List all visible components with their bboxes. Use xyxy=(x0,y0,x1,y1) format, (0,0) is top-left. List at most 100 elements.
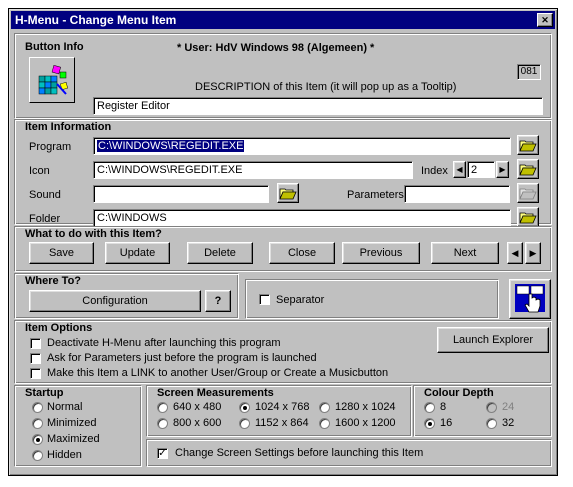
button-info-panel: Button Info * User: HdV Windows 98 (Alge… xyxy=(14,33,552,119)
separator-panel: Separator xyxy=(245,279,499,319)
icon-label: Icon xyxy=(29,165,50,177)
screen-640-label: 640 x 480 xyxy=(173,401,222,413)
startup-hidden-radio[interactable] xyxy=(32,450,43,461)
folder-open-icon xyxy=(279,188,297,200)
description-input[interactable]: Register Editor xyxy=(93,97,543,115)
startup-maximized-label: Maximized xyxy=(47,433,100,445)
actions-panel: What to do with this Item? Save Update D… xyxy=(14,226,552,272)
screen-800-label: 800 x 600 xyxy=(173,417,222,429)
sound-browse-button[interactable] xyxy=(277,183,299,203)
launch-explorer-label: Launch Explorer xyxy=(452,334,534,346)
next-label: Next xyxy=(453,247,477,259)
screen-1280-radio[interactable] xyxy=(319,402,330,413)
ask-parameters-checkbox[interactable] xyxy=(30,353,41,364)
close-window-button[interactable]: ✕ xyxy=(537,13,553,27)
startup-normal-label: Normal xyxy=(47,401,83,413)
index-input[interactable]: 2 xyxy=(467,161,495,178)
screen-measurements-title: Screen Measurements xyxy=(155,387,276,399)
startup-minimized-label: Minimized xyxy=(47,417,97,429)
icon-input[interactable]: C:\WINDOWS\REGEDIT.EXE xyxy=(93,161,413,179)
screen-1280-label: 1280 x 1024 xyxy=(335,401,396,413)
screen-1024-label: 1024 x 768 xyxy=(255,401,310,413)
close-label: Close xyxy=(287,247,317,259)
deactivate-label: Deactivate H-Menu after launching this p… xyxy=(47,337,281,349)
close-button[interactable]: Close xyxy=(269,242,335,264)
title-bar: H-Menu - Change Menu Item xyxy=(11,11,555,29)
main-window: H-Menu - Change Menu Item ✕ Button Info … xyxy=(8,8,558,476)
screen-1152-label: 1152 x 864 xyxy=(255,417,309,429)
startup-normal-radio[interactable] xyxy=(32,402,43,413)
item-information-title: Item Information xyxy=(23,121,114,133)
program-label: Program xyxy=(29,141,72,153)
help-button[interactable]: ? xyxy=(205,290,231,312)
button-info-title: Button Info xyxy=(23,41,86,53)
move-item-button[interactable] xyxy=(509,279,551,319)
colour-8-label: 8 xyxy=(440,401,447,413)
ask-parameters-label: Ask for Parameters just before the progr… xyxy=(47,352,317,364)
folder-open-icon xyxy=(519,164,537,176)
scroll-right-button[interactable]: ▶ xyxy=(525,242,541,264)
colour-8-radio[interactable] xyxy=(424,402,435,413)
program-value: C:\WINDOWS\REGEDIT.EXE xyxy=(97,140,245,152)
colour-16-label: 16 xyxy=(440,417,453,429)
registry-editor-icon xyxy=(38,65,68,95)
screen-640-radio[interactable] xyxy=(157,402,168,413)
configuration-button[interactable]: Configuration xyxy=(29,290,201,312)
parameters-input[interactable] xyxy=(404,185,510,203)
item-icon-button[interactable] xyxy=(29,57,75,103)
parameters-browse-button[interactable] xyxy=(517,183,539,203)
program-input[interactable]: C:\WINDOWS\REGEDIT.EXE xyxy=(93,137,511,155)
delete-label: Delete xyxy=(204,247,236,259)
startup-maximized-radio[interactable] xyxy=(32,434,43,445)
folder-label: Folder xyxy=(29,213,61,225)
previous-label: Previous xyxy=(359,247,403,259)
item-information-panel: Item Information Program C:\WINDOWS\REGE… xyxy=(14,119,552,227)
screen-1600-label: 1600 x 1200 xyxy=(335,417,396,429)
scroll-left-button[interactable]: ◀ xyxy=(507,242,523,264)
delete-button[interactable]: Delete xyxy=(187,242,253,264)
separator-checkbox[interactable] xyxy=(259,294,270,305)
previous-button[interactable]: Previous xyxy=(342,242,420,264)
colour-32-radio[interactable] xyxy=(486,418,497,429)
separator-label: Separator xyxy=(276,294,325,306)
where-to-panel: Where To? Configuration ? xyxy=(14,273,239,319)
change-screen-checkbox[interactable]: ✓ xyxy=(157,448,168,459)
sound-label: Sound xyxy=(29,189,61,201)
link-checkbox[interactable] xyxy=(30,368,41,379)
save-label: Save xyxy=(48,247,75,259)
change-screen-label: Change Screen Settings before launching … xyxy=(175,447,424,459)
item-options-title: Item Options xyxy=(23,322,95,334)
actions-title: What to do with this Item? xyxy=(23,228,164,240)
colour-16-radio[interactable] xyxy=(424,418,435,429)
program-browse-button[interactable] xyxy=(517,135,539,155)
startup-title: Startup xyxy=(23,387,66,399)
configuration-label: Configuration xyxy=(82,295,148,307)
screen-1152-radio[interactable] xyxy=(239,418,250,429)
update-button[interactable]: Update xyxy=(105,242,170,264)
colour-24-label: 24 xyxy=(502,401,515,413)
folder-browse-button[interactable] xyxy=(517,207,539,227)
hand-pointer-icon xyxy=(515,284,545,313)
colour-depth-panel: Colour Depth 8 24 16 32 xyxy=(413,385,552,437)
index-decrease-button[interactable]: ◀ xyxy=(453,161,466,178)
folder-open-icon xyxy=(519,188,537,200)
save-button[interactable]: Save xyxy=(29,242,94,264)
help-label: ? xyxy=(214,295,222,307)
screen-1600-radio[interactable] xyxy=(319,418,330,429)
index-label: Index xyxy=(421,165,448,177)
startup-minimized-radio[interactable] xyxy=(32,418,43,429)
folder-open-icon xyxy=(519,140,537,152)
icon-browse-button[interactable] xyxy=(517,159,539,179)
launch-explorer-button[interactable]: Launch Explorer xyxy=(437,327,549,353)
screen-1024-radio[interactable] xyxy=(239,402,250,413)
screen-800-radio[interactable] xyxy=(157,418,168,429)
folder-input[interactable]: C:\WINDOWS xyxy=(93,209,511,227)
where-to-title: Where To? xyxy=(23,275,84,287)
index-increase-button[interactable]: ▶ xyxy=(496,161,509,178)
colour-24-radio[interactable] xyxy=(486,402,497,413)
startup-panel: Startup Normal Minimized Maximized Hidde… xyxy=(14,385,142,467)
description-label: DESCRIPTION of this Item (it will pop up… xyxy=(195,81,457,93)
sound-input[interactable] xyxy=(93,185,269,203)
deactivate-checkbox[interactable] xyxy=(30,338,41,349)
next-button[interactable]: Next xyxy=(431,242,499,264)
